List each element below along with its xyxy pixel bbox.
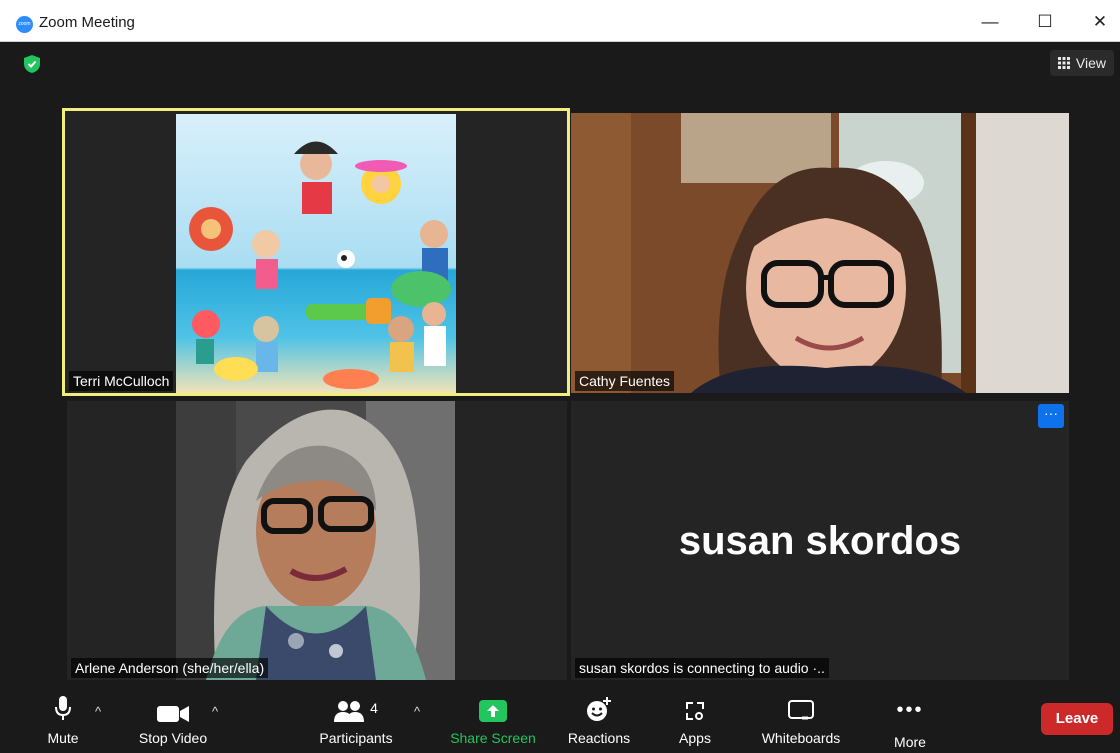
apps-button[interactable]: Apps <box>668 682 722 753</box>
video-camera-icon <box>157 706 189 722</box>
beach-cartoon-video <box>176 114 456 393</box>
more-options-icon[interactable]: ··· <box>1038 404 1064 428</box>
meeting-toolbar: Mute ^ Stop Video ^ 4 Participants ^ Sha… <box>0 682 1120 753</box>
reactions-label: Reactions <box>567 730 631 746</box>
video-tile-arlene[interactable]: Arlene Anderson (she/her/ella) <box>67 401 567 680</box>
cathy-video-feed <box>571 113 1069 393</box>
reactions-button[interactable]: Reactions <box>562 682 636 753</box>
close-button[interactable]: ✕ <box>1080 8 1120 36</box>
whiteboards-label: Whiteboards <box>761 730 841 746</box>
zoom-logo-icon: zoom <box>16 16 33 33</box>
audio-options-caret-icon[interactable]: ^ <box>95 704 101 719</box>
participant-name: Cathy Fuentes <box>575 371 675 391</box>
more-button[interactable]: ••• More <box>880 682 940 753</box>
participants-options-caret-icon[interactable]: ^ <box>414 704 420 719</box>
view-label: View <box>1075 55 1106 71</box>
stop-video-button[interactable]: Stop Video <box>131 682 215 753</box>
arlene-video-feed <box>176 401 455 680</box>
audio-status: susan skordos is connecting to audio ·.. <box>575 658 829 678</box>
participant-count: 4 <box>370 700 378 716</box>
participant-name-large: susan skordos <box>678 519 962 563</box>
grid-icon <box>1057 57 1070 69</box>
mute-button[interactable]: Mute <box>36 682 90 753</box>
whiteboard-icon <box>788 700 814 720</box>
video-tile-terri[interactable]: Terri McCulloch <box>65 111 567 393</box>
participants-button[interactable]: 4 Participants <box>311 682 401 753</box>
video-tile-cathy[interactable]: Cathy Fuentes <box>571 113 1069 393</box>
window-title: Zoom Meeting <box>39 14 135 31</box>
apps-icon <box>686 702 704 720</box>
share-screen-button[interactable]: Share Screen <box>446 682 540 753</box>
share-screen-icon <box>479 700 507 722</box>
whiteboards-button[interactable]: Whiteboards <box>754 682 848 753</box>
maximize-button[interactable]: ☐ <box>1025 8 1065 36</box>
stop-video-label: Stop Video <box>138 730 208 746</box>
leave-button[interactable]: Leave <box>1041 703 1113 735</box>
encryption-shield-icon[interactable] <box>24 55 40 73</box>
reactions-smiley-icon <box>587 697 611 721</box>
microphone-icon <box>55 696 71 720</box>
title-bar: zoom Zoom Meeting — ☐ ✕ <box>0 0 1120 42</box>
apps-label: Apps <box>679 730 711 746</box>
more-label: More <box>894 734 926 750</box>
participants-icon <box>334 701 365 722</box>
participant-name: Terri McCulloch <box>69 371 174 391</box>
view-button[interactable]: View <box>1049 50 1114 76</box>
participants-label: Participants <box>319 730 393 746</box>
video-options-caret-icon[interactable]: ^ <box>212 704 218 719</box>
participant-name: Arlene Anderson (she/her/ella) <box>71 658 269 678</box>
meeting-stage: View Terri McCulloch Cathy Fuentes Arlen… <box>8 42 1120 682</box>
share-screen-label: Share Screen <box>450 730 536 746</box>
more-dots-icon: ••• <box>896 699 924 721</box>
mute-label: Mute <box>47 730 79 746</box>
minimize-button[interactable]: — <box>970 8 1010 36</box>
video-tile-susan[interactable]: ··· susan skordos susan skordos is conne… <box>571 401 1069 680</box>
